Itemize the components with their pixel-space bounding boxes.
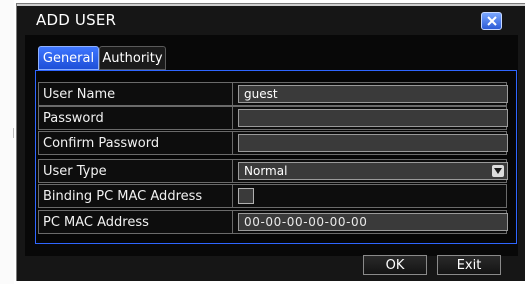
tab-general-label: General (42, 50, 95, 66)
binding-mac-checkbox[interactable] (238, 188, 254, 204)
row-user-name: User Name guest (38, 82, 508, 106)
binding-mac-label: Binding PC MAC Address (39, 185, 233, 207)
row-confirm-password: Confirm Password (38, 131, 508, 155)
user-type-select[interactable]: Normal (238, 162, 508, 180)
tab-general[interactable]: General (38, 46, 99, 70)
row-password: Password (38, 106, 508, 130)
background-strip (0, 0, 14, 284)
exit-button[interactable]: Exit (437, 255, 501, 275)
password-label: Password (39, 107, 233, 129)
close-button[interactable] (481, 12, 502, 30)
tab-authority-label: Authority (102, 50, 163, 66)
pc-mac-field[interactable]: 00-00-00-00-00-00 (238, 213, 508, 231)
row-user-type: User Type Normal (38, 159, 508, 183)
ok-button[interactable]: OK (363, 255, 427, 275)
password-field[interactable] (238, 109, 508, 127)
close-icon (486, 16, 497, 26)
tab-authority[interactable]: Authority (99, 46, 166, 70)
confirm-password-label: Confirm Password (39, 132, 233, 154)
pc-mac-label: PC MAC Address (39, 211, 233, 233)
user-type-label: User Type (39, 160, 233, 182)
user-name-field[interactable]: guest (238, 85, 508, 103)
row-binding-mac: Binding PC MAC Address (38, 184, 507, 208)
confirm-password-field[interactable] (238, 134, 508, 152)
chevron-down-icon (492, 165, 504, 177)
user-type-value: Normal (244, 164, 288, 178)
background-tick (13, 128, 14, 138)
dialog-title: ADD USER (36, 11, 117, 29)
user-name-label: User Name (39, 83, 233, 105)
dialog-top-border (17, 4, 525, 6)
row-pc-mac: PC MAC Address 00-00-00-00-00-00 (38, 210, 508, 234)
